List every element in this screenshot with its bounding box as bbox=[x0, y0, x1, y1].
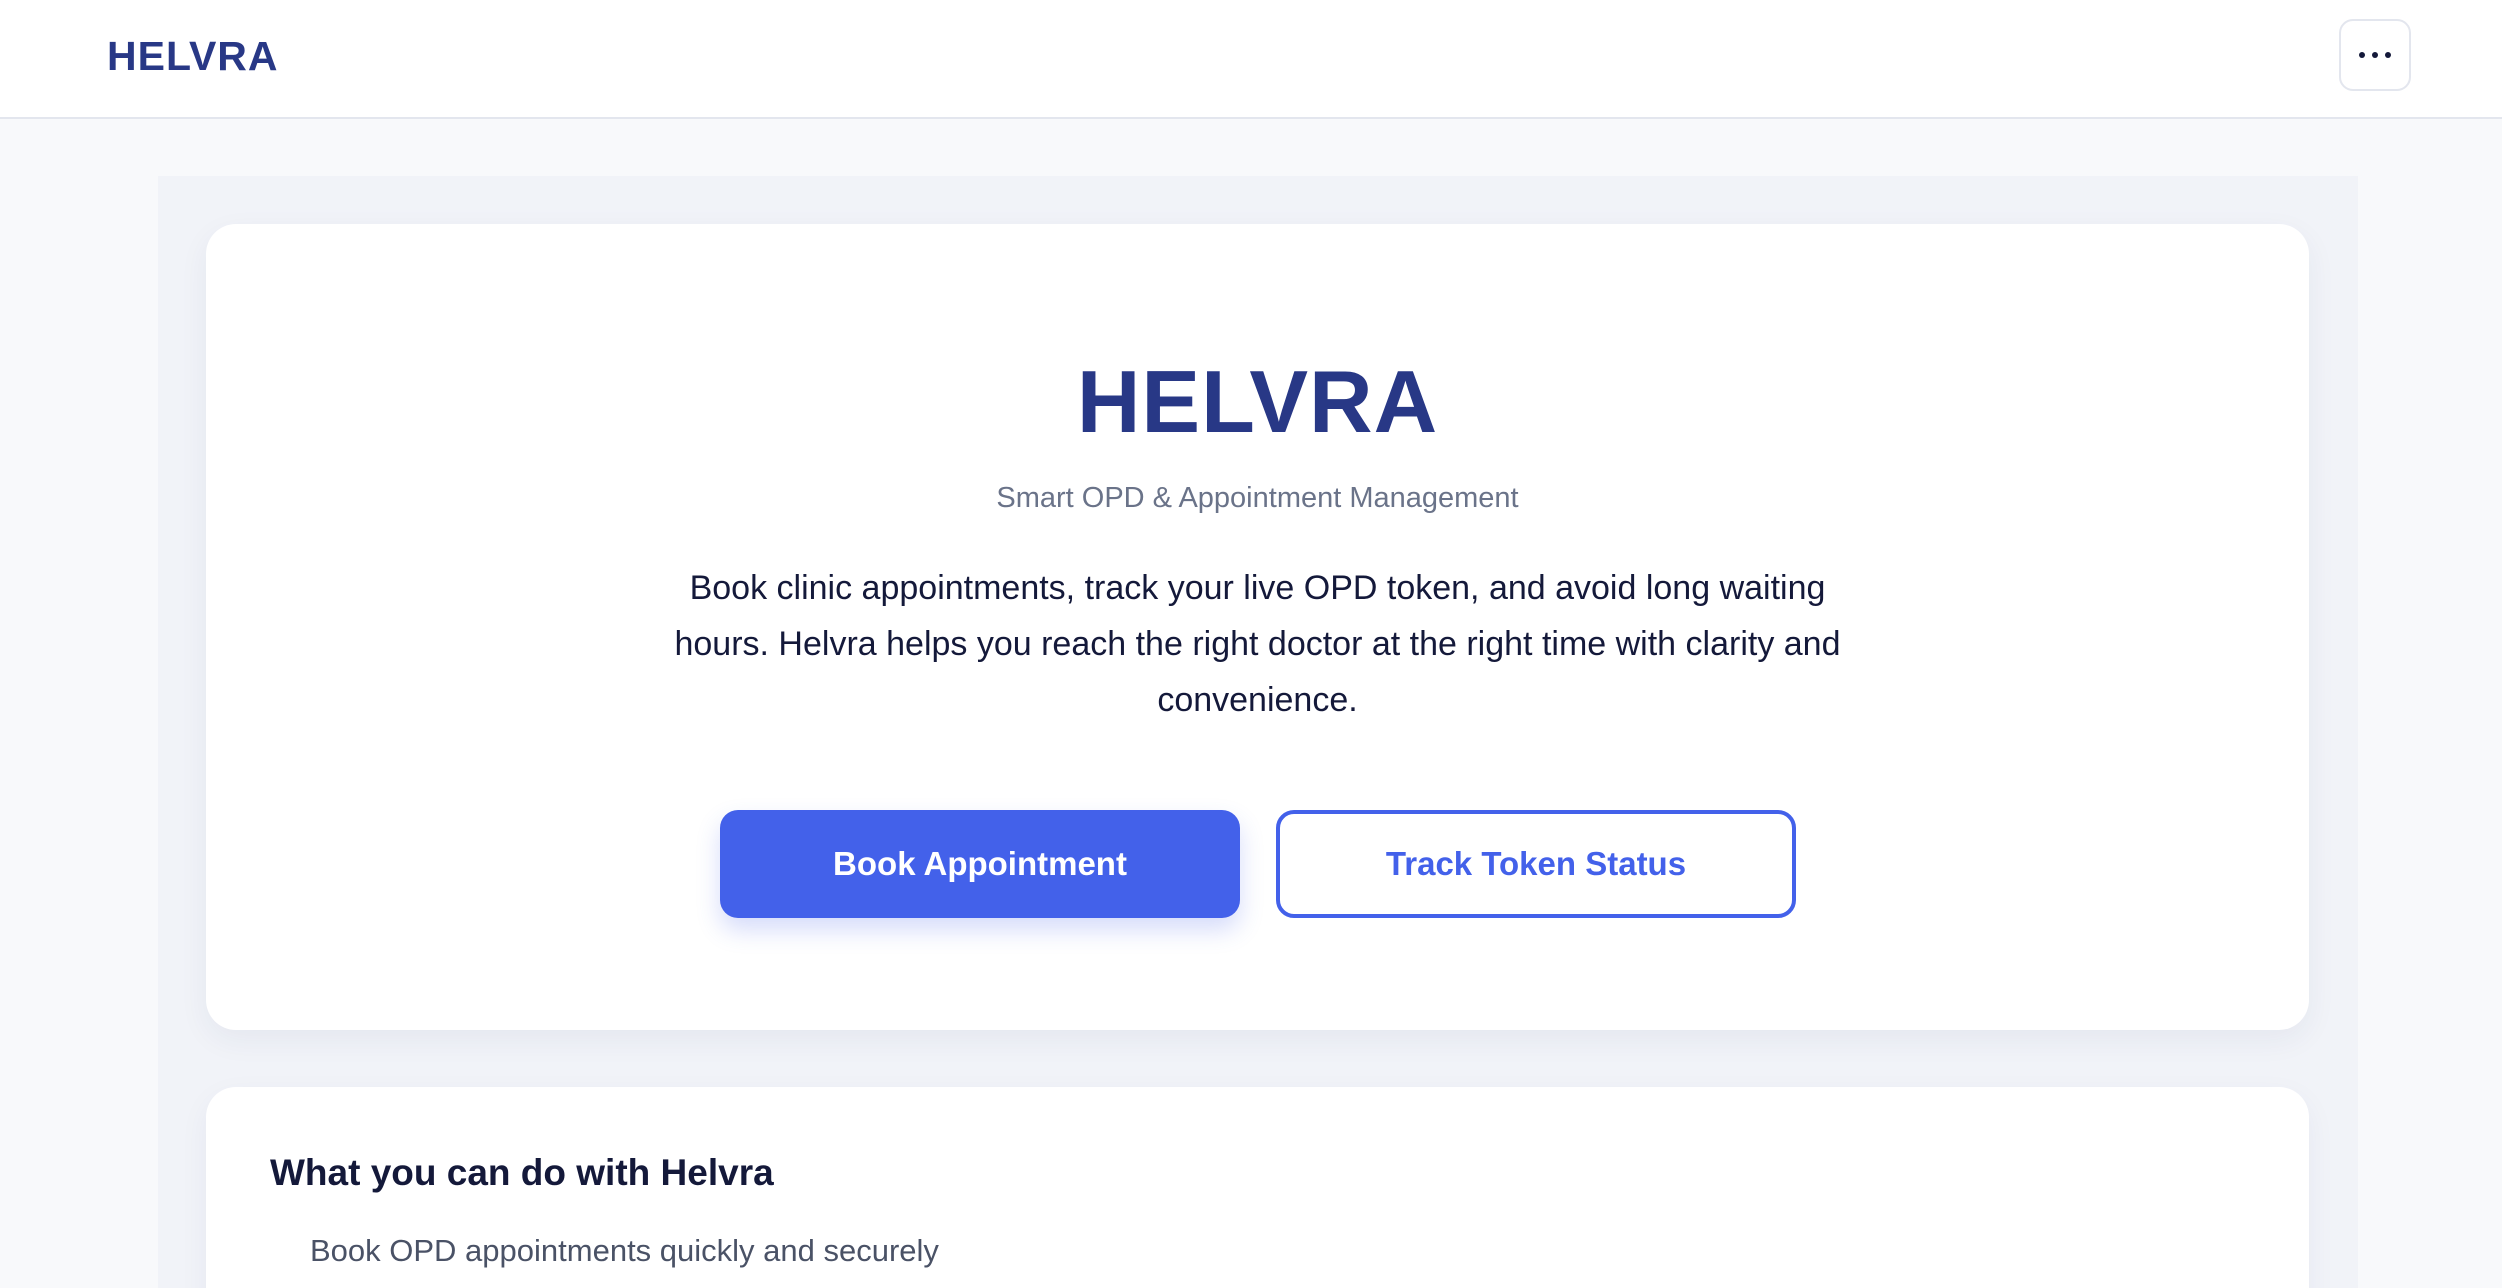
more-horizontal-icon bbox=[2359, 52, 2391, 58]
features-card: What you can do with Helvra Book OPD app… bbox=[206, 1087, 2309, 1288]
book-appointment-button[interactable]: Book Appointment bbox=[720, 810, 1240, 918]
track-token-status-button[interactable]: Track Token Status bbox=[1276, 810, 1796, 918]
brand-logo[interactable]: HELVRA bbox=[107, 30, 279, 82]
hero-subtitle: Smart OPD & Appointment Management bbox=[996, 482, 1519, 514]
hero-description: Book clinic appointments, track your liv… bbox=[674, 569, 1841, 719]
features-list: Book OPD appointments quickly and secure… bbox=[310, 1229, 939, 1273]
hero-card: HELVRA Smart OPD & Appointment Managemen… bbox=[206, 224, 2309, 1030]
hero-title: HELVRA bbox=[1076, 352, 1439, 451]
top-navigation-bar: HELVRA bbox=[0, 0, 2502, 119]
features-title: What you can do with Helvra bbox=[270, 1152, 774, 1193]
more-menu-button[interactable] bbox=[2339, 19, 2411, 91]
feature-item: Book OPD appointments quickly and secure… bbox=[310, 1233, 939, 1268]
